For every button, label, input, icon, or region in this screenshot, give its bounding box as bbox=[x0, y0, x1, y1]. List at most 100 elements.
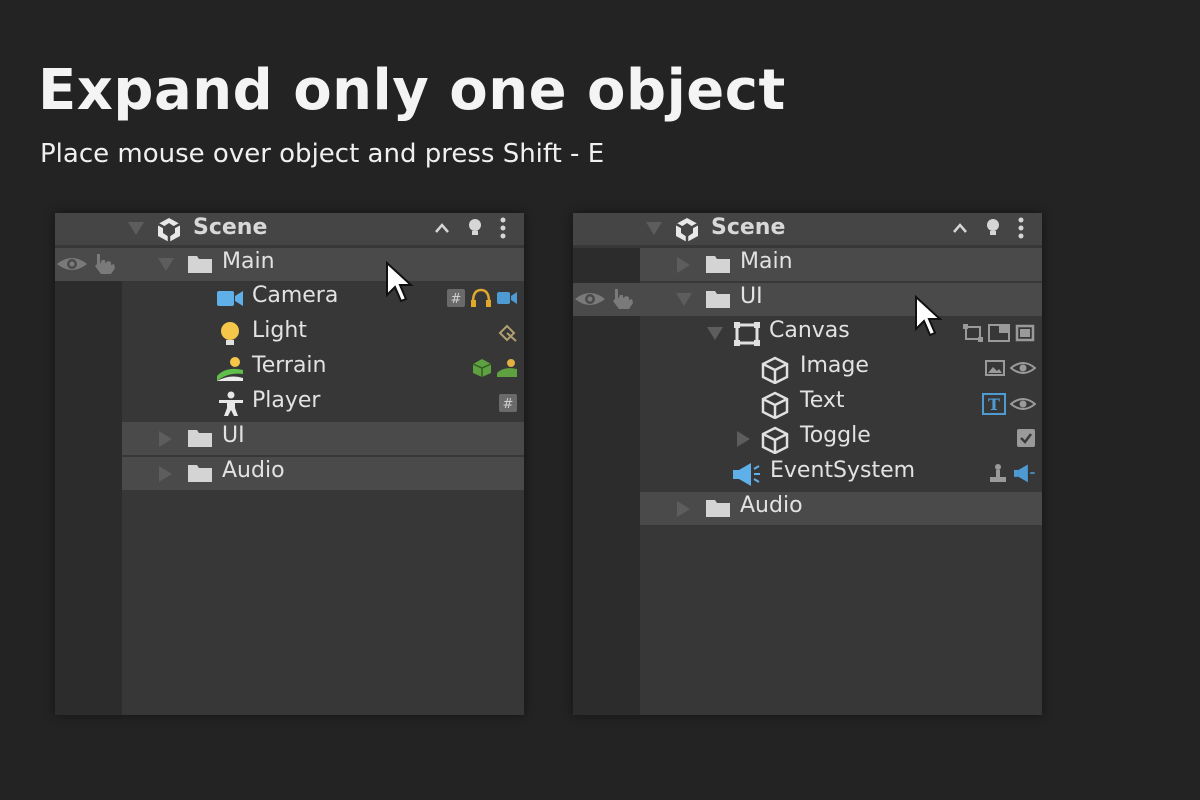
hierarchy-row-ui[interactable]: UI bbox=[573, 283, 1042, 316]
svg-text:#: # bbox=[503, 397, 514, 412]
row-label: Audio bbox=[222, 458, 285, 483]
more-options-icon[interactable] bbox=[500, 217, 506, 239]
row-label: Camera bbox=[252, 283, 339, 308]
chevron-up-icon[interactable] bbox=[952, 222, 968, 234]
headline: Expand only one object bbox=[38, 58, 786, 123]
scene-header[interactable]: Scene bbox=[573, 213, 1042, 245]
canvas-scaler-icon bbox=[988, 323, 1010, 343]
hierarchy-row-canvas[interactable]: Canvas bbox=[640, 317, 1042, 350]
player-icon bbox=[217, 391, 245, 417]
hierarchy-row-terrain[interactable]: Terrain bbox=[122, 352, 524, 385]
script-icon: # bbox=[446, 288, 466, 308]
hierarchy-row-audio[interactable]: Audio bbox=[122, 457, 524, 490]
hierarchy-row-ui[interactable]: UI bbox=[122, 422, 524, 455]
folder-icon bbox=[187, 252, 213, 276]
hierarchy-row-main[interactable]: Main bbox=[640, 248, 1042, 281]
expand-arrow-down-icon[interactable] bbox=[707, 327, 723, 341]
row-label: Text bbox=[800, 388, 845, 413]
visibility-pick-toggles[interactable] bbox=[55, 252, 117, 276]
eye-icon bbox=[1010, 358, 1036, 378]
row-label: Player bbox=[252, 388, 321, 413]
chevron-up-icon[interactable] bbox=[434, 222, 450, 234]
row-label: EventSystem bbox=[770, 458, 916, 483]
cube-icon bbox=[761, 426, 789, 454]
mouse-cursor-icon bbox=[385, 261, 415, 303]
unity-scene-icon bbox=[156, 217, 182, 243]
expand-arrow-right-icon[interactable] bbox=[737, 431, 751, 447]
svg-text:#: # bbox=[451, 292, 462, 307]
unity-scene-icon bbox=[674, 217, 700, 243]
eye-icon[interactable] bbox=[573, 287, 607, 311]
mouse-cursor-icon bbox=[914, 295, 944, 337]
expand-arrow-down-icon[interactable] bbox=[676, 293, 692, 307]
hierarchy-row-light[interactable]: Light bbox=[122, 317, 524, 350]
folder-icon bbox=[705, 252, 731, 276]
hierarchy-row-main[interactable]: Main bbox=[55, 248, 524, 281]
visibility-pick-toggles[interactable] bbox=[573, 287, 635, 311]
hierarchy-row-eventsystem[interactable]: EventSystem bbox=[640, 457, 1042, 490]
hierarchy-row-image[interactable]: Image bbox=[640, 352, 1042, 385]
lightbulb-icon[interactable] bbox=[468, 218, 482, 238]
svg-text:T: T bbox=[988, 395, 1000, 414]
hierarchy-panel-left: Scene Main Camera # Light Terrain Player… bbox=[55, 213, 524, 715]
canvas-icon bbox=[733, 321, 761, 347]
light-icon bbox=[218, 321, 242, 347]
megaphone-icon bbox=[731, 461, 761, 487]
light-component-icon bbox=[496, 323, 518, 343]
collapse-triangle-icon[interactable] bbox=[646, 222, 662, 236]
folder-icon bbox=[705, 496, 731, 520]
lightbulb-icon[interactable] bbox=[986, 218, 1000, 238]
image-component-icon bbox=[984, 358, 1006, 378]
row-label: Audio bbox=[740, 493, 803, 518]
hierarchy-row-toggle[interactable]: Toggle bbox=[640, 422, 1042, 455]
row-label: Main bbox=[740, 249, 793, 274]
rect-transform-icon bbox=[962, 323, 984, 343]
row-label: Image bbox=[800, 353, 869, 378]
hierarchy-row-audio[interactable]: Audio bbox=[640, 492, 1042, 525]
checkbox-icon bbox=[1016, 428, 1036, 448]
terrain-icon bbox=[216, 356, 244, 382]
row-label: UI bbox=[222, 423, 245, 448]
hand-icon[interactable] bbox=[91, 252, 117, 276]
folder-icon bbox=[705, 287, 731, 311]
cube-icon bbox=[761, 356, 789, 384]
eye-icon bbox=[1010, 394, 1036, 414]
terrain-collider-icon bbox=[472, 358, 492, 378]
hierarchy-panel-right: Scene Main UI Canvas Image Text T Toggle… bbox=[573, 213, 1042, 715]
more-options-icon[interactable] bbox=[1018, 217, 1024, 239]
eye-icon[interactable] bbox=[55, 252, 89, 276]
row-label: Light bbox=[252, 318, 307, 343]
scene-title: Scene bbox=[193, 215, 268, 240]
camera-icon bbox=[216, 286, 244, 310]
hierarchy-row-player[interactable]: Player # bbox=[122, 387, 524, 420]
row-label: UI bbox=[740, 284, 763, 309]
camera-component-icon bbox=[496, 288, 518, 308]
script-icon: # bbox=[498, 393, 518, 413]
text-T-icon: T bbox=[982, 393, 1006, 415]
expand-arrow-right-icon[interactable] bbox=[159, 466, 173, 482]
expand-arrow-right-icon[interactable] bbox=[677, 501, 691, 517]
hierarchy-gutter bbox=[55, 248, 122, 715]
hierarchy-row-text[interactable]: Text T bbox=[640, 387, 1042, 420]
collapse-triangle-icon[interactable] bbox=[128, 222, 144, 236]
row-label: Toggle bbox=[800, 423, 871, 448]
hand-icon[interactable] bbox=[609, 287, 635, 311]
expand-arrow-right-icon[interactable] bbox=[677, 257, 691, 273]
cube-icon bbox=[761, 391, 789, 419]
terrain-component-icon bbox=[496, 358, 518, 378]
expand-arrow-down-icon[interactable] bbox=[158, 258, 174, 272]
canvas-component-icon bbox=[1014, 323, 1036, 343]
hierarchy-row-camera[interactable]: Camera # bbox=[122, 282, 524, 315]
input-module-icon bbox=[988, 463, 1008, 483]
row-label: Main bbox=[222, 249, 275, 274]
folder-icon bbox=[187, 461, 213, 485]
scene-header[interactable]: Scene bbox=[55, 213, 524, 245]
folder-icon bbox=[187, 426, 213, 450]
audio-listener-icon bbox=[470, 288, 492, 308]
scene-title: Scene bbox=[711, 215, 786, 240]
hierarchy-gutter bbox=[573, 248, 640, 715]
expand-arrow-right-icon[interactable] bbox=[159, 431, 173, 447]
row-label: Terrain bbox=[252, 353, 327, 378]
row-label: Canvas bbox=[769, 318, 850, 343]
event-system-component-icon bbox=[1012, 463, 1036, 483]
